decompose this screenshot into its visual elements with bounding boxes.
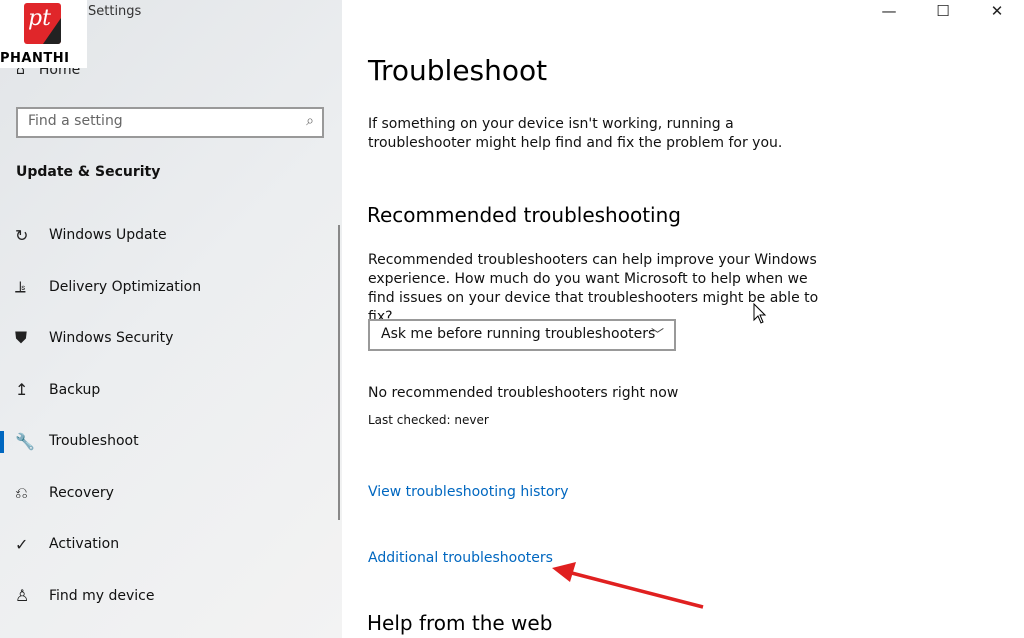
last-checked-text: Last checked: never — [368, 413, 489, 427]
close-button[interactable]: ✕ — [970, 2, 1024, 24]
recovery-icon: ⎌ — [15, 482, 28, 502]
sidebar-item-find-my-device[interactable]: ♙ Find my device — [0, 576, 340, 616]
history-link[interactable]: View troubleshooting history — [368, 484, 568, 500]
maximize-button[interactable]: ☐ — [916, 2, 970, 24]
sidebar-item-windows-security[interactable]: ⛊ Windows Security — [0, 318, 340, 358]
sidebar: pt PHANTHI Settings ⌂ Home Find a setting… — [0, 0, 342, 638]
sidebar-item-delivery-optimization[interactable]: ⫡ Delivery Optimization — [0, 267, 340, 307]
shield-icon: ⛊ — [15, 328, 28, 347]
refresh-icon: ↻ — [15, 225, 29, 245]
intro-text: If something on your device isn't workin… — [368, 116, 783, 151]
additional-troubleshooters-link[interactable]: Additional troubleshooters — [368, 550, 553, 566]
sidebar-item-troubleshoot[interactable]: 🔧 Troubleshoot — [0, 421, 340, 461]
sidebar-item-recovery[interactable]: ⎌ Recovery — [0, 473, 340, 513]
section-title: Update & Security — [16, 164, 161, 180]
chevron-down-icon: ﹀ — [650, 328, 664, 343]
phanthi-logo: pt PHANTHI — [0, 0, 87, 68]
window-controls: — ☐ ✕ — [862, 2, 1024, 24]
wrench-icon: 🔧 — [15, 431, 35, 451]
red-arrow-annotation — [552, 562, 704, 609]
page-title: Troubleshoot — [368, 54, 548, 87]
delivery-icon: ⫡ — [15, 276, 26, 296]
sidebar-item-windows-update[interactable]: ↻ Windows Update — [0, 215, 340, 255]
backup-icon: ↥ — [15, 380, 29, 399]
troubleshoot-preference-dropdown[interactable]: Ask me before running troubleshooters ﹀ — [368, 319, 676, 351]
recommended-heading: Recommended troubleshooting — [367, 203, 681, 227]
search-icon: ⌕ — [306, 113, 314, 129]
sidebar-item-activation[interactable]: ✓ Activation — [0, 524, 340, 564]
help-heading: Help from the web — [367, 611, 553, 635]
find-device-icon: ♙ — [15, 586, 30, 605]
sidebar-item-backup[interactable]: ↥ Backup — [0, 370, 340, 410]
minimize-button[interactable]: — — [862, 2, 916, 24]
scrollbar[interactable] — [338, 225, 340, 520]
no-recommended-text: No recommended troubleshooters right now — [368, 385, 679, 401]
search-input[interactable]: Find a setting ⌕ — [16, 107, 324, 138]
check-circle-icon: ✓ — [15, 534, 29, 554]
window-title: Settings — [88, 4, 142, 19]
mouse-cursor-icon — [753, 303, 767, 324]
